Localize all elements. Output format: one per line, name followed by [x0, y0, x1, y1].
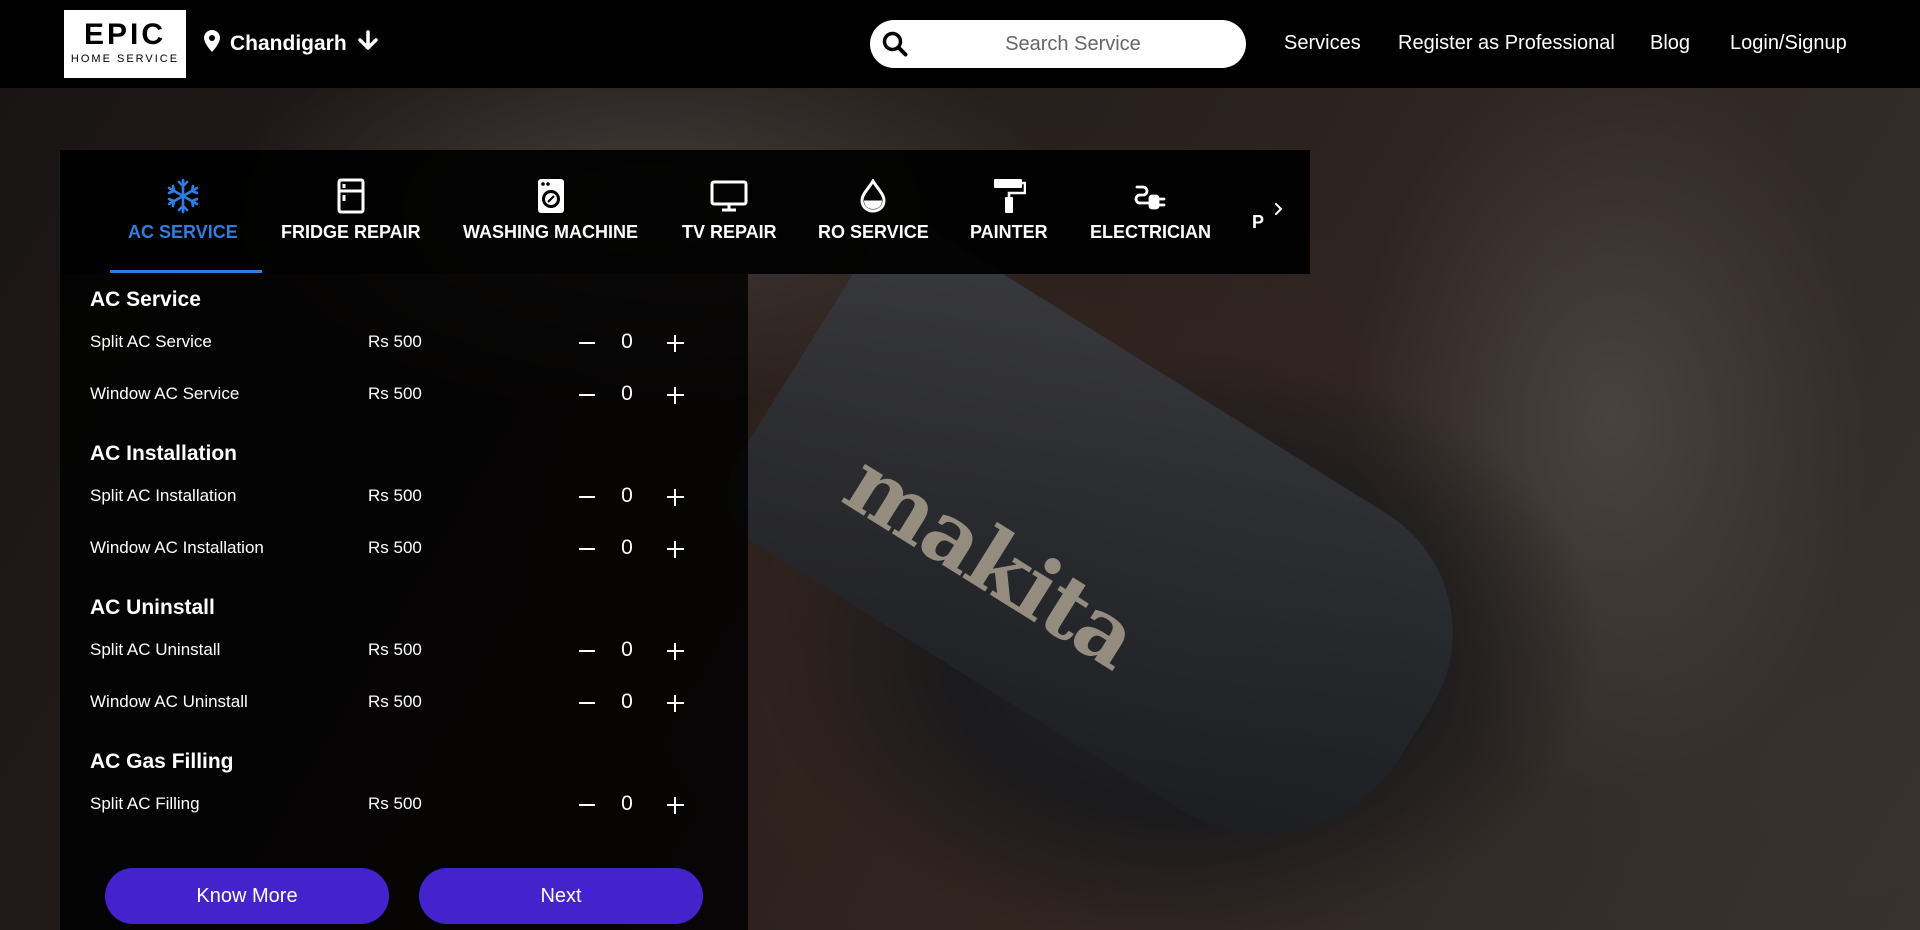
map-pin-icon	[204, 30, 220, 57]
plus-button[interactable]	[660, 328, 690, 358]
search-input[interactable]	[870, 32, 1246, 56]
site-logo[interactable]: EPIC HOME SERVICE	[64, 10, 186, 78]
tab-label: TV REPAIR	[682, 222, 777, 242]
plus-button[interactable]	[660, 790, 690, 820]
quantity-value: 0	[621, 792, 633, 815]
water-drop-icon	[859, 178, 887, 214]
quantity-stepper: 0	[572, 636, 692, 666]
tab-label: WASHING MACHINE	[463, 222, 638, 242]
plus-button[interactable]	[660, 636, 690, 666]
service-name: Split AC Installation	[90, 486, 237, 505]
service-name: Window AC Installation	[90, 538, 264, 557]
service-name: Split AC Service	[90, 332, 212, 351]
service-price: Rs 500	[368, 384, 422, 403]
snowflake-icon	[165, 178, 201, 214]
service-price: Rs 500	[368, 538, 422, 557]
service-name: Window AC Service	[90, 384, 240, 403]
quantity-value: 0	[621, 536, 633, 559]
minus-button[interactable]	[572, 688, 602, 718]
quantity-stepper: 0	[572, 482, 692, 512]
location-label: Chandigarh	[230, 31, 347, 55]
quantity-value: 0	[621, 330, 633, 353]
plus-button[interactable]	[660, 482, 690, 512]
tab-electrician[interactable]: ELECTRICIAN	[1090, 178, 1211, 243]
minus-button[interactable]	[572, 636, 602, 666]
chevron-right-icon[interactable]	[1272, 198, 1286, 225]
quantity-stepper: 0	[572, 328, 692, 358]
minus-button[interactable]	[572, 790, 602, 820]
section-title: AC Gas Filling	[90, 750, 234, 773]
tab-fridge-repair[interactable]: FRIDGE REPAIR	[281, 178, 421, 243]
search-bar	[870, 20, 1246, 68]
section-title: AC Uninstall	[90, 596, 215, 619]
service-name: Split AC Filling	[90, 794, 200, 813]
tab-label: AC SERVICE	[128, 222, 238, 242]
plug-icon	[1134, 178, 1168, 214]
tv-icon	[710, 178, 748, 214]
quantity-stepper: 0	[572, 688, 692, 718]
tab-ac-service[interactable]: AC SERVICE	[128, 178, 238, 243]
location-selector[interactable]: Chandigarh	[204, 30, 379, 57]
quantity-stepper: 0	[572, 790, 692, 820]
next-button[interactable]: Next	[419, 868, 703, 924]
nav-login-signup[interactable]: Login/Signup	[1730, 32, 1847, 55]
logo-sub-text: HOME SERVICE	[70, 53, 180, 65]
quantity-value: 0	[621, 638, 633, 661]
top-header: EPIC HOME SERVICE Chandigarh Services Re…	[0, 0, 1920, 88]
paint-roller-icon	[992, 178, 1026, 214]
section-title: AC Installation	[90, 442, 238, 465]
service-name: Window AC Uninstall	[90, 692, 248, 711]
search-icon[interactable]	[882, 31, 908, 62]
service-price: Rs 500	[368, 640, 422, 659]
minus-button[interactable]	[572, 534, 602, 564]
nav-services[interactable]: Services	[1284, 32, 1361, 55]
tab-label: FRIDGE REPAIR	[281, 222, 421, 242]
tab-label: ELECTRICIAN	[1090, 222, 1211, 242]
quantity-stepper: 0	[572, 380, 692, 410]
active-tab-indicator	[110, 270, 262, 273]
section-title: AC Service	[90, 288, 201, 311]
tab-label: PAINTER	[970, 222, 1048, 242]
tab-washing-machine[interactable]: WASHING MACHINE	[463, 178, 638, 243]
arrow-down-icon	[357, 30, 379, 57]
nav-blog[interactable]: Blog	[1650, 32, 1690, 55]
service-list-panel: AC Service Split AC Service Rs 500 0 Win…	[60, 274, 748, 930]
tab-ro-service[interactable]: RO SERVICE	[818, 178, 929, 243]
nav-register-professional[interactable]: Register as Professional	[1398, 32, 1615, 55]
service-price: Rs 500	[368, 794, 422, 813]
tab-label: P	[1252, 212, 1265, 232]
quantity-stepper: 0	[572, 534, 692, 564]
plus-button[interactable]	[660, 688, 690, 718]
service-price: Rs 500	[368, 486, 422, 505]
minus-button[interactable]	[572, 380, 602, 410]
service-name: Split AC Uninstall	[90, 640, 221, 659]
service-price: Rs 500	[368, 332, 422, 351]
tab-tv-repair[interactable]: TV REPAIR	[682, 178, 777, 243]
plus-button[interactable]	[660, 380, 690, 410]
quantity-value: 0	[621, 484, 633, 507]
logo-main-text: EPIC	[83, 18, 167, 51]
tab-label: RO SERVICE	[818, 222, 929, 242]
quantity-value: 0	[621, 690, 633, 713]
tab-partial[interactable]: P	[1252, 212, 1264, 233]
minus-button[interactable]	[572, 482, 602, 512]
minus-button[interactable]	[572, 328, 602, 358]
service-price: Rs 500	[368, 692, 422, 711]
plus-button[interactable]	[660, 534, 690, 564]
tab-painter[interactable]: PAINTER	[970, 178, 1048, 243]
know-more-button[interactable]: Know More	[105, 868, 389, 924]
quantity-value: 0	[621, 382, 633, 405]
fridge-icon	[337, 178, 365, 214]
category-tabs: AC SERVICE FRIDGE REPAIR WASHING MACHINE…	[60, 150, 1310, 274]
washing-machine-icon	[537, 178, 565, 214]
